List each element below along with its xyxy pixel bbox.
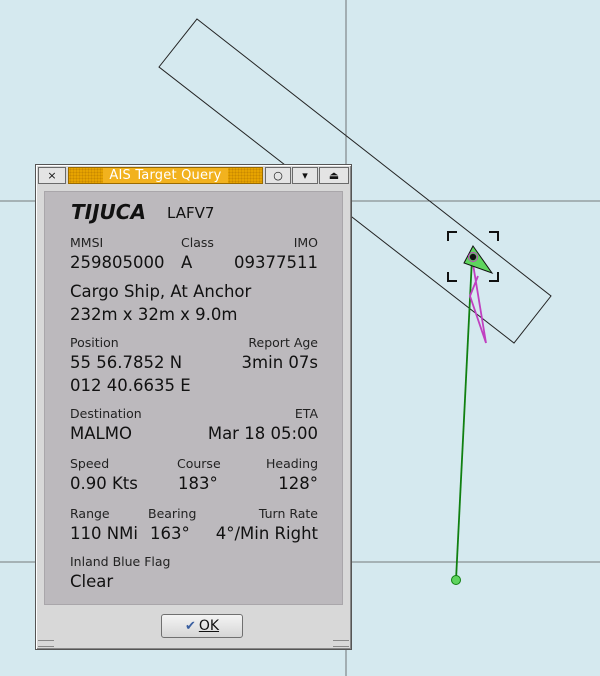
chevron-down-icon: ▾	[302, 169, 308, 182]
dialog-titlebar[interactable]: × AIS Target Query ○ ▾ ⏏	[38, 167, 349, 185]
heading-value: 128°	[278, 474, 318, 493]
class-label: Class	[181, 235, 214, 250]
course-value: 183°	[178, 474, 218, 493]
vessel-status: Cargo Ship, At Anchor	[70, 282, 252, 301]
cog-vector-end-marker	[451, 575, 461, 585]
turn-rate-label: Turn Rate	[258, 506, 318, 521]
eta-value: Mar 18 05:00	[207, 424, 318, 443]
resize-grip-left[interactable]	[38, 640, 54, 647]
minimize-button[interactable]: ▾	[292, 167, 318, 184]
inland-blue-flag-label: Inland Blue Flag	[70, 554, 171, 569]
imo-label: IMO	[293, 235, 318, 250]
circle-icon: ○	[273, 169, 283, 182]
vessel-dimensions: 232m x 32m x 9.0m	[70, 305, 238, 324]
ok-button-label: OK	[198, 618, 220, 634]
turn-rate-value: 4°/Min Right	[215, 524, 318, 543]
inland-blue-flag-value: Clear	[70, 572, 114, 591]
longitude-value: 012 40.6635 E	[70, 376, 191, 395]
dialog-title: AIS Target Query	[103, 168, 228, 183]
checkmark-icon: ✔	[184, 618, 196, 634]
class-value: A	[181, 253, 193, 272]
sticky-button[interactable]: ○	[265, 167, 291, 184]
close-icon: ×	[47, 169, 57, 182]
mmsi-label: MMSI	[70, 235, 104, 250]
range-label: Range	[70, 506, 110, 521]
heading-indicator-line	[469, 257, 487, 344]
course-label: Course	[177, 456, 221, 471]
report-age-value: 3min 07s	[241, 353, 318, 372]
ais-target-center-dot	[469, 253, 477, 261]
destination-label: Destination	[70, 406, 142, 421]
resize-grip-right[interactable]	[333, 640, 349, 647]
eject-icon: ⏏	[328, 169, 340, 182]
vessel-name: TIJUCA	[71, 200, 146, 224]
close-button[interactable]: ×	[38, 167, 66, 184]
ais-target-icon[interactable]	[463, 245, 494, 275]
destination-value: MALMO	[70, 424, 132, 443]
target-info-panel: TIJUCA LAFV7 MMSI Class IMO 259805000 A …	[44, 191, 343, 605]
ais-target-query-dialog: × AIS Target Query ○ ▾ ⏏ TIJUCA LAFV7 MM…	[35, 164, 352, 650]
heading-label: Heading	[265, 456, 318, 471]
eta-label: ETA	[294, 406, 318, 421]
range-value: 110 NMi	[70, 524, 138, 543]
vessel-callsign: LAFV7	[167, 204, 215, 222]
cog-vector-line	[455, 257, 473, 581]
mmsi-value: 259805000	[70, 253, 165, 272]
latitude-value: 55 56.7852 N	[70, 353, 183, 372]
imo-value: 09377511	[234, 253, 318, 272]
speed-label: Speed	[70, 456, 110, 471]
report-age-label: Report Age	[248, 335, 318, 350]
bearing-value: 163°	[150, 524, 190, 543]
speed-value: 0.90 Kts	[70, 474, 138, 493]
shade-button[interactable]: ⏏	[319, 167, 349, 184]
position-label: Position	[70, 335, 119, 350]
ok-button[interactable]: ✔ OK	[161, 614, 243, 638]
bearing-label: Bearing	[148, 506, 197, 521]
dialog-title-bar[interactable]: AIS Target Query	[68, 167, 263, 184]
